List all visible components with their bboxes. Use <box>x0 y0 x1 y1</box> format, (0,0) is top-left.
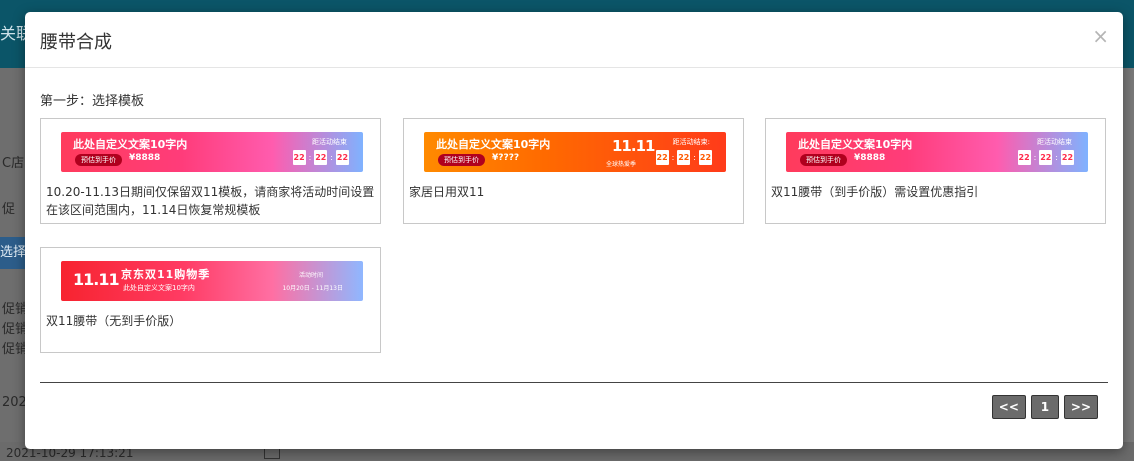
background-text: 202 <box>2 395 27 410</box>
template-card[interactable]: 此处自定义文案10字内 预估到手价 ¥8888 距活动结束 22: 22: 22… <box>765 118 1106 224</box>
background-text: C店 <box>2 156 25 171</box>
banner-title: 此处自定义文案10字内 <box>73 138 188 151</box>
template-description: 10.20-11.13日期间仅保留双11模板，请商家将活动时间设置在该区间范围内… <box>46 185 375 217</box>
template-banner: 此处自定义文案10字内 预估到手价 ¥???? 11.11 全球热爱季 距活动结… <box>424 132 726 172</box>
double-eleven-logo: 11.11 <box>73 270 120 289</box>
banner-subtitle: 此处自定义文案10字内 <box>123 284 195 292</box>
banner-title: 此处自定义文案10字内 <box>798 138 913 151</box>
countdown-digit: 22 <box>314 150 328 165</box>
template-card[interactable]: 11.11 京东双11购物季 此处自定义文案10字内 活动时间 10月20日 -… <box>40 247 381 353</box>
banner-title: 京东双11购物季 <box>121 268 211 281</box>
price-pill: 预估到手价 <box>800 154 847 166</box>
countdown-digit: 22 <box>677 150 691 165</box>
template-banner: 此处自定义文案10字内 预估到手价 ¥8888 距活动结束 22: 22: 22 <box>61 132 363 172</box>
countdown-label: 距活动结束 <box>1037 138 1072 146</box>
double-eleven-logo: 11.11 <box>612 137 655 155</box>
banner-price: ¥8888 <box>854 153 886 163</box>
countdown-digit: 22 <box>655 150 669 165</box>
background-text: 促 <box>2 202 16 217</box>
page-1-button[interactable]: 1 <box>1030 395 1059 419</box>
template-banner: 11.11 京东双11购物季 此处自定义文案10字内 活动时间 10月20日 -… <box>61 261 363 301</box>
banner-title: 此处自定义文案10字内 <box>436 138 551 151</box>
template-description: 家居日用双11 <box>409 185 485 199</box>
template-description: 双11腰带（无到手价版） <box>46 314 182 328</box>
background-button: 选择 <box>0 237 28 269</box>
prev-page-button[interactable]: << <box>991 395 1026 419</box>
countdown: 22: 22: 22 <box>1017 150 1074 165</box>
pagination: << 1 >> <box>991 395 1098 419</box>
countdown-label: 距活动结束: <box>672 138 710 146</box>
price-pill: 预估到手价 <box>75 154 122 166</box>
logo-subtitle: 全球热爱季 <box>606 161 637 168</box>
price-pill: 预估到手价 <box>438 154 485 166</box>
countdown-digit: 22 <box>1017 150 1031 165</box>
countdown-digit: 22 <box>336 150 349 165</box>
activity-time-label: 活动时间 <box>298 272 323 279</box>
countdown-digit: 22 <box>699 150 712 165</box>
countdown-label: 距活动结束 <box>312 138 347 146</box>
banner-price: ¥???? <box>492 153 520 163</box>
next-page-button[interactable]: >> <box>1063 395 1098 419</box>
modal-header: 腰带合成 × <box>25 12 1123 68</box>
countdown-digit: 22 <box>1061 150 1074 165</box>
template-card[interactable]: 此处自定义文案10字内 预估到手价 ¥???? 11.11 全球热爱季 距活动结… <box>403 118 744 224</box>
template-card[interactable]: 此处自定义文案10字内 预估到手价 ¥8888 距活动结束 22: 22: 22… <box>40 118 381 224</box>
activity-time: 10月20日 - 11月13日 <box>282 285 343 292</box>
template-modal: 腰带合成 × 第一步：选择模板 此处自定义文案10字内 预估到手价 ¥8888 … <box>25 12 1123 449</box>
modal-title: 腰带合成 <box>40 32 112 53</box>
countdown: 22: 22: 22 <box>292 150 349 165</box>
close-icon[interactable]: × <box>1092 26 1109 46</box>
countdown: 22: 22: 22 <box>655 150 712 165</box>
step-label: 第一步：选择模板 <box>40 94 145 109</box>
template-description: 双11腰带（到手价版）需设置优惠指引 <box>771 185 979 199</box>
countdown-digit: 22 <box>1039 150 1053 165</box>
banner-price: ¥8888 <box>129 153 161 163</box>
divider <box>40 382 1108 383</box>
countdown-digit: 22 <box>292 150 306 165</box>
template-banner: 此处自定义文案10字内 预估到手价 ¥8888 距活动结束 22: 22: 22 <box>786 132 1088 172</box>
